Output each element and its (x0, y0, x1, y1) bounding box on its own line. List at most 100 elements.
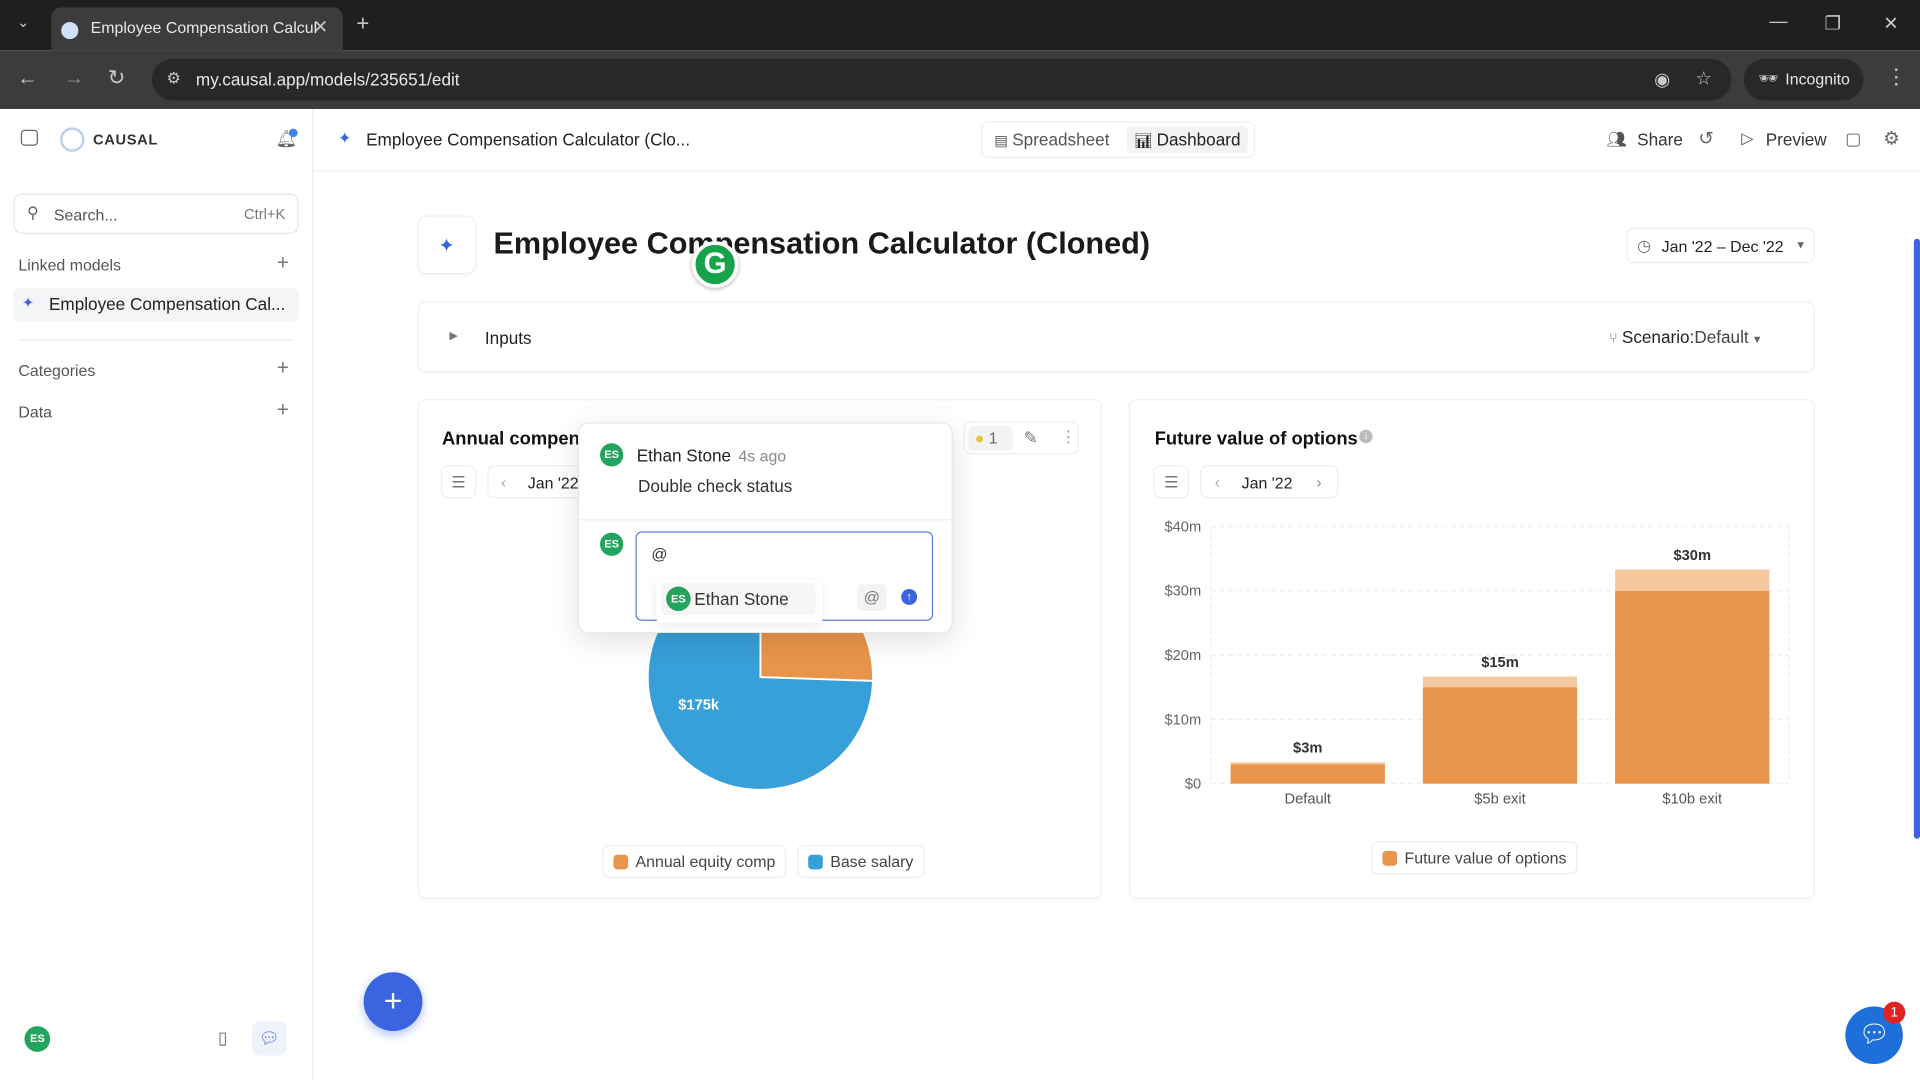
forward-icon[interactable]: → (64, 66, 85, 90)
reply-input[interactable]: @ ES Ethan Stone @ ↑ (635, 531, 934, 624)
window-close-icon[interactable]: ✕ (1883, 12, 1898, 34)
y-tick-label: $10m (1164, 712, 1201, 728)
user-avatar[interactable]: ES (24, 1026, 51, 1052)
chat-icon[interactable]: ▢ (1845, 129, 1861, 150)
scenario-label: Scenario: (1621, 326, 1695, 347)
eye-off-icon[interactable]: ◉ (1654, 69, 1670, 91)
date-range-label: Jan '22 – Dec '22 (1661, 237, 1784, 256)
legend-swatch (613, 854, 629, 870)
scenario-selector[interactable]: ⑂ Scenario:Default ▼ (1609, 327, 1763, 347)
tab-search-icon[interactable]: ⌄ (17, 13, 29, 30)
tab-spreadsheet[interactable]: ▤ Spreadsheet (987, 126, 1117, 153)
add-category-icon[interactable]: + (277, 356, 289, 380)
incognito-icon: 🕶 (1758, 68, 1779, 87)
legend-item-equity[interactable]: Annual equity comp (602, 844, 787, 878)
browser-tab[interactable]: Employee Compensation Calcul ✕ (51, 7, 343, 51)
x-tick-label: Default (1284, 791, 1331, 807)
y-tick-label: $30m (1164, 584, 1201, 600)
model-sparkle-icon: ✦ (438, 236, 455, 258)
mention-avatar: ES (666, 586, 691, 612)
browser-toolbar: ← → ↻ ⚙ my.causal.app/models/235651/edit… (0, 50, 1920, 109)
bar (1615, 590, 1770, 784)
bar-data-label: $15m (1481, 655, 1519, 671)
comment-author: Ethan Stone (636, 445, 732, 466)
inputs-section: ▶ Inputs ⑂ Scenario:Default ▼ (417, 301, 1815, 373)
browser-tab-bar: ⌄ Employee Compensation Calcul ✕ + — ❐ ✕ (0, 0, 1920, 51)
add-linked-model-icon[interactable]: + (277, 251, 289, 275)
legend-item-options[interactable]: Future value of options (1371, 841, 1578, 875)
grammarly-icon[interactable]: G (691, 241, 739, 288)
causal-logo-icon (60, 127, 85, 152)
favicon-icon (61, 22, 79, 40)
comments-icon[interactable]: 💬︎ (252, 1021, 287, 1056)
linked-models-label: Linked models (18, 255, 122, 275)
page-title: Employee Compensation Calculator (Cloned… (493, 226, 1151, 261)
legend-label: Base salary (830, 852, 914, 871)
top-header: ✦ Employee Compensation Calculator (Clo.… (313, 109, 1920, 172)
settings-icon[interactable]: ⚙ (1883, 127, 1899, 150)
scrollbar[interactable] (1913, 238, 1920, 839)
bar-chart-card: Future value of options i ☰ ‹ Jan '22 › … (1128, 399, 1815, 899)
add-widget-button[interactable]: + (363, 972, 423, 1032)
bar-cap (1230, 762, 1385, 765)
new-tab-icon[interactable]: + (356, 11, 369, 37)
x-tick-label: $10b exit (1662, 791, 1722, 807)
bar-data-label: $30m (1673, 548, 1711, 564)
incognito-label: Incognito (1785, 69, 1850, 89)
view-switcher: ▤ Spreadsheet 📊︎ Dashboard (980, 121, 1256, 158)
y-tick-label: $0 (1185, 777, 1201, 793)
data-label[interactable]: Data (18, 403, 52, 421)
minimize-icon[interactable]: — (1769, 11, 1787, 32)
brand-name: CAUSAL (93, 131, 158, 149)
legend-swatch (1382, 851, 1398, 866)
reply-input-text: @ (651, 544, 668, 564)
search-icon: ⚲ (26, 203, 39, 222)
comment-text: Double check status (637, 476, 793, 496)
search-input[interactable]: ⚲ Search... Ctrl+K (13, 193, 299, 234)
mention-icon[interactable]: @ (857, 584, 887, 612)
add-data-icon[interactable]: + (277, 398, 289, 422)
inputs-toggle[interactable]: Inputs (485, 328, 532, 348)
categories-label[interactable]: Categories (18, 361, 95, 379)
share-button[interactable]: Share (1637, 130, 1683, 150)
y-tick-label: $20m (1164, 648, 1201, 664)
share-icon: 👥︎ (1606, 129, 1627, 149)
pie-data-label: $175k (678, 698, 720, 714)
address-bar[interactable]: ⚙ my.causal.app/models/235651/edit ◉ ☆ (151, 58, 1732, 101)
send-icon[interactable]: ↑ (901, 588, 918, 605)
bar (1422, 687, 1578, 784)
model-icon-box: ✦ (417, 215, 477, 275)
legend-label: Annual equity comp (635, 852, 776, 871)
collapse-sidebar-icon[interactable] (20, 129, 38, 146)
expand-caret-icon[interactable]: ▶ (449, 329, 457, 342)
incognito-badge[interactable]: 🕶 Incognito (1743, 58, 1864, 101)
divider (18, 339, 293, 341)
legend-item-salary[interactable]: Base salary (797, 844, 925, 878)
tab-dashboard[interactable]: 📊︎ Dashboard (1126, 126, 1248, 154)
bar-cap (1422, 676, 1578, 688)
back-icon[interactable]: ← (17, 66, 38, 90)
mention-suggestion[interactable]: ES Ethan Stone (656, 579, 823, 624)
reload-icon[interactable]: ↻ (108, 66, 125, 90)
close-tab-icon[interactable]: ✕ (313, 16, 328, 38)
star-icon[interactable]: ☆ (1695, 67, 1711, 90)
model-title[interactable]: Employee Compensation Calculator (Clo... (366, 130, 690, 150)
docs-icon[interactable]: ▯ (218, 1027, 227, 1048)
chevron-down-icon: ▼ (1795, 238, 1807, 252)
preview-button[interactable]: Preview (1766, 130, 1827, 150)
history-icon[interactable]: ↺ (1698, 127, 1713, 150)
linked-model-item[interactable]: ✦ Employee Compensation Cal... (13, 287, 299, 321)
date-range-picker[interactable]: ◷ Jan '22 – Dec '22 ▼ (1626, 227, 1815, 264)
sparkle-icon: ✦ (22, 293, 35, 312)
divider (579, 519, 952, 521)
site-info-icon[interactable]: ⚙ (167, 69, 181, 89)
restore-icon[interactable]: ❐ (1824, 12, 1840, 34)
browser-menu-icon[interactable]: ⋮ (1886, 65, 1907, 89)
bar-chart: $0 $10m $20m $30m $40m $3m Default $15m $5b exit… (1164, 519, 1790, 807)
search-placeholder: Search... (53, 205, 118, 225)
bar-cap (1615, 569, 1770, 591)
bar-data-label: $3m (1293, 740, 1322, 756)
linked-model-label: Employee Compensation Cal... (48, 293, 286, 314)
legend-label: Future value of options (1404, 848, 1567, 867)
author-avatar: ES (600, 443, 624, 467)
